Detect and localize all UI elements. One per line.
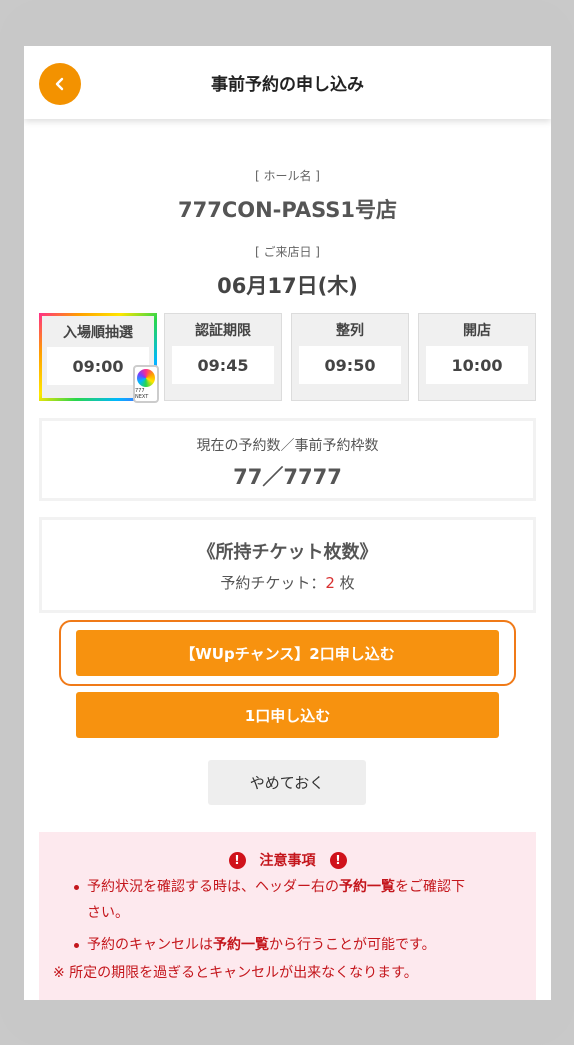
schedule-lottery: 入場順抽選 09:00 777 NEXT: [39, 313, 159, 403]
lottery-badge-icon: 777 NEXT: [133, 365, 159, 403]
header: 事前予約の申し込み: [24, 46, 551, 119]
schedule-label: 整列: [336, 323, 364, 339]
hall-name: 777CON-PASS1号店: [177, 198, 398, 222]
reservation-count-value: 77／7777: [233, 465, 342, 489]
schedule-opening: 開店 10:00: [418, 313, 536, 401]
schedule-time: 09:50: [299, 346, 401, 384]
warning-icon: !: [228, 851, 246, 869]
app-screen: 事前予約の申し込み [ ホール名 ] 777CON-PASS1号店 [ ご来店日…: [24, 46, 551, 1000]
schedule-label: 入場順抽選: [63, 325, 133, 341]
schedule-label: 認証期限: [195, 323, 251, 339]
ticket-count: 2: [325, 574, 335, 592]
page-title: 事前予約の申し込み: [211, 75, 364, 95]
notice-item: ※ 所定の期限を過ぎるとキャンセルが出来なくなります。: [53, 965, 418, 981]
visit-date-label: [ ご来店日 ]: [255, 245, 320, 259]
reservation-count-label: 現在の予約数／事前予約枠数: [196, 438, 379, 454]
ticket-count-line: 予約チケット：2 枚: [220, 574, 355, 592]
notice-item: 予約のキャンセルは予約一覧から行うことが可能です。: [74, 932, 534, 958]
ticket-card: 《所持チケット枚数》 予約チケット：2 枚: [39, 517, 536, 613]
notice-box: ! 注意事項 ! 予約状況を確認する時は、ヘッダー右の予約一覧をご確認下 さい。…: [39, 832, 536, 1000]
warning-icon: !: [329, 851, 347, 869]
notice-item: 予約状況を確認する時は、ヘッダー右の予約一覧をご確認下: [74, 874, 534, 900]
notice-item-continued: さい。: [87, 905, 129, 921]
reservation-count-card: 現在の予約数／事前予約枠数 77／7777: [39, 418, 536, 501]
schedule-auth-deadline: 認証期限 09:45: [164, 313, 282, 401]
schedule-time: 09:45: [172, 346, 274, 384]
single-apply-button[interactable]: 1口申し込む: [76, 692, 499, 738]
schedule-time: 10:00: [426, 346, 528, 384]
schedule-lineup: 整列 09:50: [291, 313, 409, 401]
cancel-button[interactable]: やめておく: [208, 760, 366, 805]
notice-title: ! 注意事項 !: [39, 850, 536, 870]
visit-date: 06月17日(木): [217, 274, 358, 298]
ticket-title: 《所持チケット枚数》: [197, 542, 378, 563]
schedule-label: 開店: [463, 323, 491, 339]
wup-apply-button[interactable]: 【WUpチャンス】2口申し込む: [76, 630, 499, 676]
hall-name-label: [ ホール名 ]: [255, 169, 320, 183]
